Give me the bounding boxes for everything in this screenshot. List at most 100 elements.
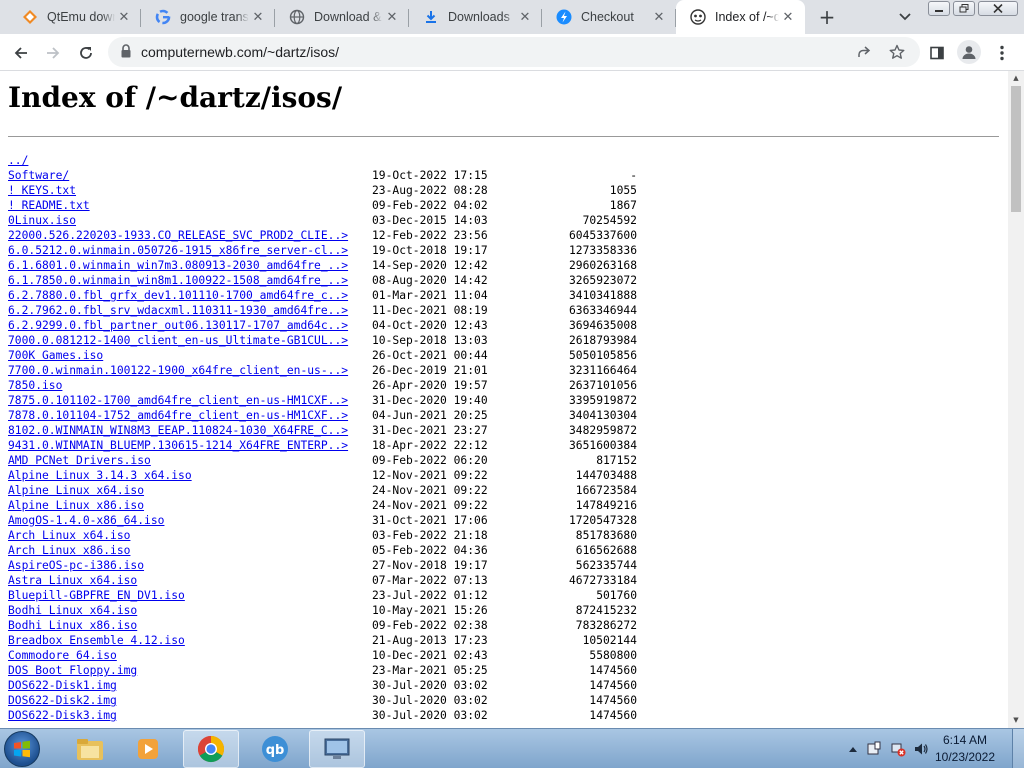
monitor-icon (324, 738, 350, 759)
url-input[interactable] (141, 37, 741, 67)
scrollbar-thumb[interactable] (1011, 86, 1021, 212)
chevron-down-icon[interactable] (895, 7, 915, 27)
tab-google-translate[interactable]: google translate ✕ (141, 0, 275, 34)
file-date: 03-Feb-2022 21:18 (372, 529, 488, 542)
menu-button[interactable] (989, 40, 1015, 66)
file-link[interactable]: 700K Games.iso (8, 348, 103, 363)
file-link[interactable]: 22000.526.220203-1933.CO_RELEASE_SVC_PRO… (8, 228, 348, 243)
file-link[interactable]: Alpine Linux x86.iso (8, 498, 144, 513)
file-link[interactable]: 7850.iso (8, 378, 62, 393)
close-icon[interactable]: ✕ (249, 8, 267, 26)
file-link[interactable]: 9431.0.WINMAIN_BLUEMP.130615-1214_X64FRE… (8, 438, 348, 453)
close-window-button[interactable] (978, 1, 1018, 16)
file-link[interactable]: 7000.0.081212-1400_client_en-us_Ultimate… (8, 333, 348, 348)
file-link[interactable]: ! KEYS.txt (8, 183, 76, 198)
file-link[interactable]: DOS622-Disk3.img (8, 708, 117, 723)
file-link[interactable]: AmogOS-1.4.0-x86_64.iso (8, 513, 164, 528)
close-icon[interactable]: ✕ (516, 8, 534, 26)
file-link[interactable]: 7700.0.winmain.100122-1900_x64fre_client… (8, 363, 348, 378)
tab-index-of-isos[interactable]: Index of /~dartz/isos/ ✕ (676, 0, 805, 34)
side-panel-button[interactable] (924, 40, 950, 66)
share-icon[interactable] (854, 42, 874, 62)
taskbar-clock[interactable]: 6:14 AM 10/23/2022 (930, 732, 1000, 766)
checkout-icon (556, 9, 572, 25)
new-tab-button[interactable]: + (815, 5, 839, 29)
file-link[interactable]: Alpine Linux x64.iso (8, 483, 144, 498)
file-link[interactable]: Bodhi Linux x64.iso (8, 603, 137, 618)
taskbar-media-player[interactable] (120, 730, 176, 768)
file-link[interactable]: 6.2.7962.0.fbl_srv_wdacxml.110311-1930_a… (8, 303, 348, 318)
minimize-button[interactable] (928, 1, 950, 16)
close-icon[interactable]: ✕ (115, 8, 133, 26)
file-link[interactable]: DOS Boot Floppy.img (8, 663, 137, 678)
file-link[interactable]: Software/ (8, 168, 69, 183)
file-link[interactable]: 7878.0.101104-1752_amd64fre_client_en-us… (8, 408, 348, 423)
taskbar-explorer[interactable] (62, 730, 118, 768)
file-size: 3395919872 (568, 394, 637, 407)
file-link[interactable]: ! README.txt (8, 198, 90, 213)
taskbar-qbittorrent[interactable]: qb (247, 730, 303, 768)
file-date: 24-Nov-2021 09:22 (372, 499, 488, 512)
file-size: - (630, 169, 637, 182)
file-date: 10-Dec-2021 02:43 (372, 649, 488, 662)
reload-button[interactable] (73, 40, 99, 66)
file-link[interactable]: Astra Linux x64.iso (8, 573, 137, 588)
address-bar[interactable] (108, 37, 920, 67)
file-link[interactable]: AMD PCNet Drivers.iso (8, 453, 151, 468)
file-link[interactable]: 6.1.6801.0.winmain_win7m3.080913-2030_am… (8, 258, 348, 273)
close-icon[interactable]: ✕ (779, 8, 797, 26)
taskbar-chrome[interactable] (183, 730, 239, 768)
scroll-down-arrow-icon[interactable]: ▼ (1012, 716, 1020, 724)
file-link[interactable]: 0Linux.iso (8, 213, 76, 228)
file-link[interactable]: AspireOS-pc-i386.iso (8, 558, 144, 573)
show-desktop-button[interactable] (1012, 729, 1024, 768)
file-size: 3651600384 (568, 439, 637, 452)
lock-icon[interactable] (120, 44, 132, 62)
scroll-up-arrow-icon[interactable]: ▲ (1012, 74, 1020, 82)
file-link[interactable]: Arch Linux x86.iso (8, 543, 130, 558)
file-link[interactable]: Breadbox Ensemble 4.12.iso (8, 633, 185, 648)
volume-icon[interactable] (913, 741, 929, 757)
file-link[interactable]: 6.0.5212.0.winmain.050726-1915_x86fre_se… (8, 243, 348, 258)
network-error-icon[interactable] (890, 741, 906, 757)
tab-downloads[interactable]: Downloads ✕ (409, 0, 542, 34)
tab-title: Download & Install (314, 10, 383, 24)
forward-button[interactable] (40, 40, 66, 66)
restore-button[interactable] (953, 1, 975, 16)
file-link[interactable]: Commodore 64.iso (8, 648, 117, 663)
tab-qtemu[interactable]: QtEmu download ✕ (8, 0, 141, 34)
close-icon[interactable]: ✕ (650, 8, 668, 26)
file-row: 22000.526.220203-1933.CO_RELEASE_SVC_PRO… (8, 228, 648, 243)
tab-download-install[interactable]: Download & Install ✕ (275, 0, 409, 34)
file-link[interactable]: Arch Linux x64.iso (8, 528, 130, 543)
file-date: 23-Jul-2022 01:12 (372, 589, 488, 602)
back-button[interactable] (8, 40, 34, 66)
bookmark-star-icon[interactable] (887, 42, 907, 62)
file-link[interactable]: DOS622-Disk1.img (8, 678, 117, 693)
tray-overflow-icon[interactable] (845, 741, 861, 757)
file-link[interactable]: 6.2.9299.0.fbl_partner_out06.130117-1707… (8, 318, 348, 333)
parent-directory-link[interactable]: ../ (8, 153, 28, 168)
file-link[interactable]: 6.1.7850.0.winmain_win8m1.100922-1508_am… (8, 273, 348, 288)
action-center-icon[interactable] (866, 741, 882, 757)
file-link[interactable]: 6.2.7880.0.fbl_grfx_dev1.101110-1700_amd… (8, 288, 348, 303)
start-button[interactable] (4, 731, 40, 767)
file-row: Bodhi Linux x64.iso 10-May-2021 15:26 8724… (8, 603, 648, 618)
file-row: Arch Linux x64.iso 03-Feb-2022 21:18 85178… (8, 528, 648, 543)
vertical-scrollbar[interactable]: ▲ ▼ (1008, 71, 1024, 728)
file-date: 26-Oct-2021 00:44 (372, 349, 488, 362)
file-size: 1474560 (589, 694, 637, 707)
profile-avatar[interactable] (957, 40, 981, 64)
file-link[interactable]: 7875.0.101102-1700_amd64fre_client_en-us… (8, 393, 348, 408)
file-date: 26-Apr-2020 19:57 (372, 379, 488, 392)
file-link[interactable]: Bodhi Linux x86.iso (8, 618, 137, 633)
file-link[interactable]: Bluepill-GBPFRE_EN_DV1.iso (8, 588, 185, 603)
taskbar-vm-viewer[interactable] (309, 730, 365, 768)
file-link[interactable]: 8102.0.WINMAIN_WIN8M3_EEAP.110824-1030_X… (8, 423, 348, 438)
tab-checkout[interactable]: Checkout ✕ (542, 0, 676, 34)
file-row: 6.1.6801.0.winmain_win7m3.080913-2030_am… (8, 258, 648, 273)
file-link[interactable]: Alpine Linux 3.14.3 x64.iso (8, 468, 192, 483)
file-link[interactable]: DOS622-Disk2.img (8, 693, 117, 708)
close-icon[interactable]: ✕ (383, 8, 401, 26)
file-row: DOS Boot Floppy.img 23-Mar-2021 05:25 1474… (8, 663, 648, 678)
